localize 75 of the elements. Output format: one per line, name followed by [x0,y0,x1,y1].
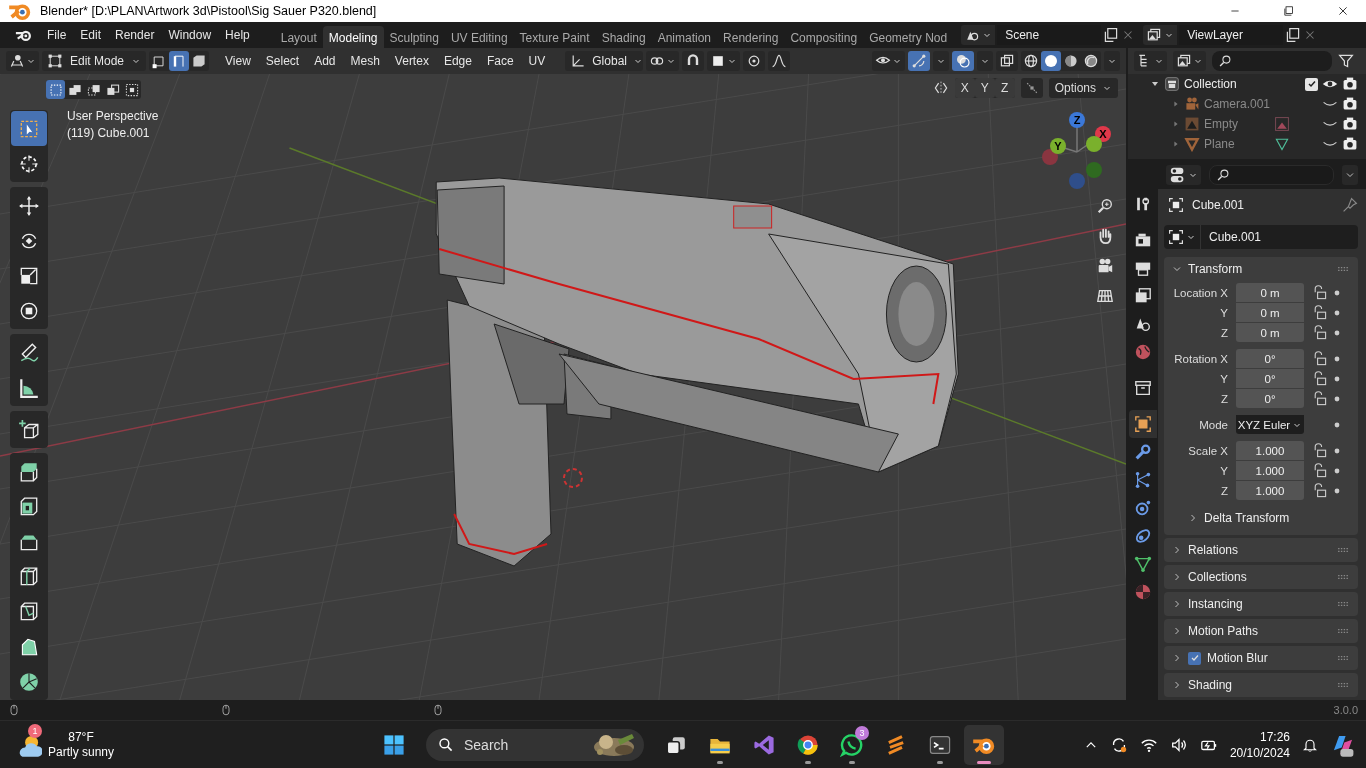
number-field[interactable]: 0° [1236,369,1304,388]
axis-toggle[interactable]: X [954,78,975,98]
axis-toggle[interactable]: Z [994,78,1015,98]
workspace-tab[interactable]: Modeling [322,26,384,48]
menu-item[interactable]: Edit [73,25,109,45]
workspace-tab[interactable]: Geometry Nod [863,26,954,48]
notification-badge: 1 [28,723,42,738]
menu-item[interactable]: UV [522,52,552,70]
outliner-item[interactable]: Plane [1204,137,1270,151]
menu-item[interactable]: Window [161,25,219,45]
object-name: Cube.001 [1192,197,1246,212]
weather-widget[interactable]: 1 87°F Partly sunny [16,722,316,767]
axis-toggle[interactable]: Y [974,78,995,98]
field-label: Z [1219,485,1229,497]
field-label: Location X [1172,287,1229,299]
mode-dropdown[interactable]: Edit Mode [42,51,146,71]
workspace-tab[interactable]: Shading [595,26,652,48]
field-label: Y [1219,373,1229,385]
menu-item[interactable]: Mesh [344,52,386,70]
menu-item[interactable]: Face [480,52,520,70]
temperature-text: 87°F [67,729,95,745]
panel-header[interactable]: Relations [1164,538,1358,562]
window-title: Blender* [D:\PLAN\Artwork 3d\Pistool\Sig Sauer P320.blend] [40,4,377,18]
outliner-item[interactable]: Empty [1204,117,1270,131]
viewport-info-text: User Perspective [67,109,159,123]
field-label: Scale X [1187,445,1229,457]
field-label: Z [1219,327,1229,339]
panel-header[interactable]: Shading [1164,673,1358,697]
menu-item[interactable]: View [219,52,257,70]
number-field[interactable]: 1.000 [1236,441,1304,460]
number-field[interactable]: 0 m [1236,283,1304,302]
field-label: Y [1219,307,1229,319]
object-name-field[interactable]: Cube.001 [1164,225,1358,249]
field-label: Rotation X [1173,353,1229,365]
panel-header[interactable]: Transform [1164,257,1358,281]
number-field[interactable]: 1.000 [1236,461,1304,480]
version-text: 3.0.0 [1333,704,1358,716]
number-field[interactable]: 1.000 [1236,481,1304,500]
search-button[interactable]: Search [426,728,644,761]
menu-item[interactable]: Add [308,52,342,70]
menu-item[interactable]: File [40,25,74,45]
workspace-tab[interactable]: Rendering [717,26,785,48]
panel-header[interactable]: Instancing [1164,592,1358,616]
outliner-item[interactable]: Camera.001 [1204,97,1318,111]
axis-gizmo[interactable]: Z Y X [1036,108,1120,192]
workspace-tab[interactable]: Layout [274,26,323,48]
menu-item[interactable]: Help [218,25,257,45]
workspace-tab[interactable]: Animation [651,26,718,48]
field-label: Z [1219,393,1229,405]
menu-item[interactable]: Select [259,52,306,70]
workspace-tab[interactable]: Compositing [784,26,864,48]
number-field[interactable]: 0 m [1236,323,1304,342]
field-label: Y [1219,465,1229,477]
notification-badge: 3 [855,725,869,740]
workspace-tab[interactable]: Texture Paint [513,26,596,48]
number-field[interactable]: 0 m [1236,303,1304,322]
menu-item[interactable]: Render [108,25,162,45]
panel-header[interactable]: Collections [1164,565,1358,589]
workspace-tab[interactable]: UV Editing [444,26,514,48]
outliner-item[interactable]: Collection [1184,77,1301,91]
number-field[interactable]: 0° [1236,349,1304,368]
subpanel-header[interactable]: Delta Transform [1164,507,1290,529]
panel-header[interactable]: Motion Blur [1164,646,1358,670]
weather-text: Partly sunny [48,744,115,760]
mode-dropdown[interactable]: XYZ Euler [1236,415,1304,434]
clock[interactable]: 17:26 20/10/2024 [1229,728,1290,761]
menu-item[interactable]: Edge [437,52,478,70]
viewport-info-text: (119) Cube.001 [67,126,151,140]
orientation-dropdown[interactable]: Global [565,51,644,71]
number-field[interactable]: 0° [1236,389,1304,408]
menu-item[interactable]: Vertex [388,52,435,70]
workspace-tab[interactable]: Sculpting [383,26,445,48]
field-label: Mode [1198,419,1229,431]
panel-header[interactable]: Motion Paths [1164,619,1358,643]
options-dropdown[interactable]: Options [1048,78,1118,98]
